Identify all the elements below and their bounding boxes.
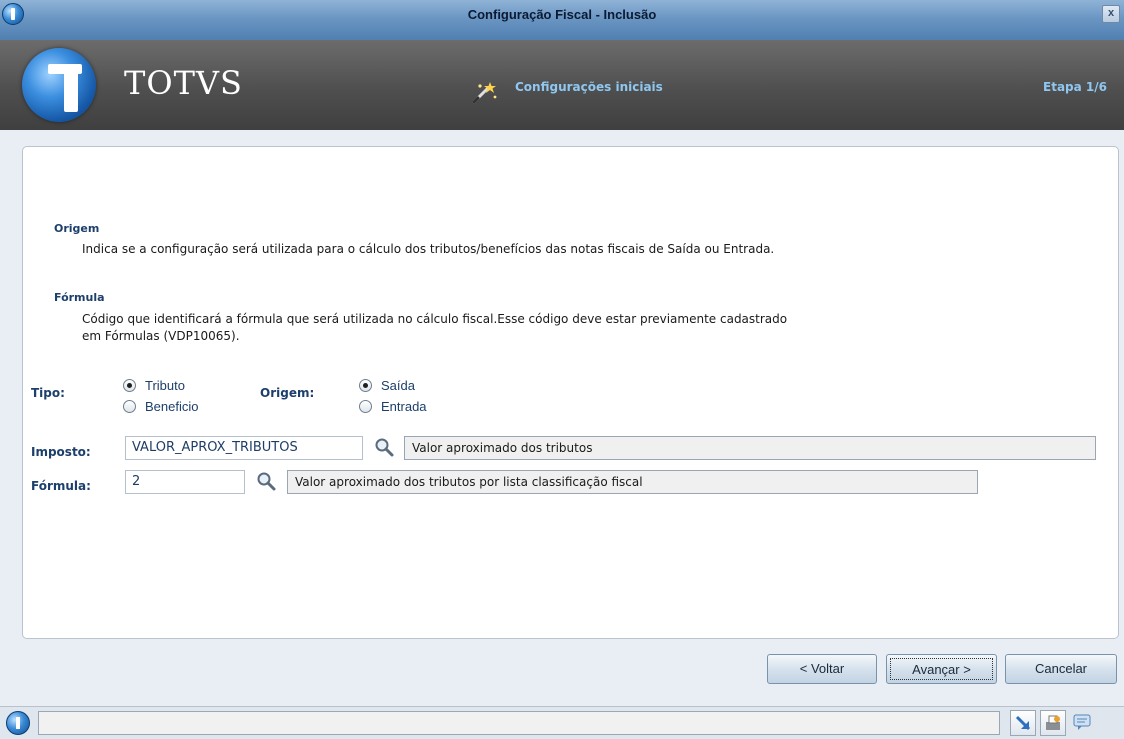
radio-label: Saída — [381, 378, 415, 393]
wizard-step-count: Etapa 1/6 — [1043, 80, 1107, 94]
formula-help-text-line2: em Fórmulas (VDP10065). — [82, 329, 240, 343]
print-settings-icon[interactable] — [1040, 710, 1066, 736]
radio-label: Entrada — [381, 399, 427, 414]
origem-label: Origem: — [260, 386, 315, 400]
origem-saida-radio[interactable]: Saída — [359, 378, 415, 393]
totvs-status-icon[interactable] — [6, 711, 30, 735]
radio-unchecked-icon — [123, 400, 136, 413]
radio-unchecked-icon — [359, 400, 372, 413]
window-title-bar: Configuração Fiscal - Inclusão x — [0, 0, 1124, 41]
imposto-label: Imposto: — [31, 445, 91, 459]
origem-help-title: Origem — [54, 222, 100, 235]
logo-text: TOTVS — [124, 64, 243, 102]
status-message-field — [38, 711, 1000, 735]
tipo-beneficio-radio[interactable]: Beneficio — [123, 399, 198, 414]
resize-arrow-icon[interactable] — [1010, 710, 1036, 736]
search-icon[interactable] — [256, 471, 278, 493]
formula-input[interactable]: 2 — [125, 470, 245, 494]
tipo-tributo-radio[interactable]: Tributo — [123, 378, 185, 393]
magic-wand-icon — [472, 82, 497, 104]
formula-description: Valor aproximado dos tributos por lista … — [287, 470, 978, 494]
close-button[interactable]: x — [1102, 5, 1120, 23]
wizard-step-name: Configurações iniciais — [515, 80, 663, 94]
formula-help-text-line1: Código que identificará a fórmula que se… — [82, 312, 788, 326]
totvs-logo-icon — [22, 48, 96, 122]
back-button[interactable]: < Voltar — [767, 654, 877, 684]
search-icon[interactable] — [374, 437, 396, 459]
origem-help-text: Indica se a configuração será utilizada … — [82, 242, 775, 256]
radio-checked-icon — [359, 379, 372, 392]
formula-label: Fórmula: — [31, 479, 91, 493]
next-button-label: Avançar > — [890, 658, 993, 680]
status-bar — [0, 706, 1124, 739]
next-button[interactable]: Avançar > — [886, 654, 997, 684]
chat-message-icon[interactable] — [1070, 710, 1096, 736]
wizard-content-panel: Origem Indica se a configuração será uti… — [22, 146, 1119, 639]
radio-label: Tributo — [145, 378, 185, 393]
formula-help-title: Fórmula — [54, 291, 105, 304]
radio-label: Beneficio — [145, 399, 199, 414]
wizard-header: TOTVS Configurações iniciais Etapa 1/6 — [0, 40, 1124, 130]
radio-checked-icon — [123, 379, 136, 392]
window-title: Configuração Fiscal - Inclusão — [467, 7, 657, 22]
tipo-label: Tipo: — [31, 386, 65, 400]
imposto-description: Valor aproximado dos tributos — [404, 436, 1096, 460]
cancel-button[interactable]: Cancelar — [1005, 654, 1117, 684]
origem-entrada-radio[interactable]: Entrada — [359, 399, 427, 414]
imposto-input[interactable]: VALOR_APROX_TRIBUTOS — [125, 436, 363, 460]
